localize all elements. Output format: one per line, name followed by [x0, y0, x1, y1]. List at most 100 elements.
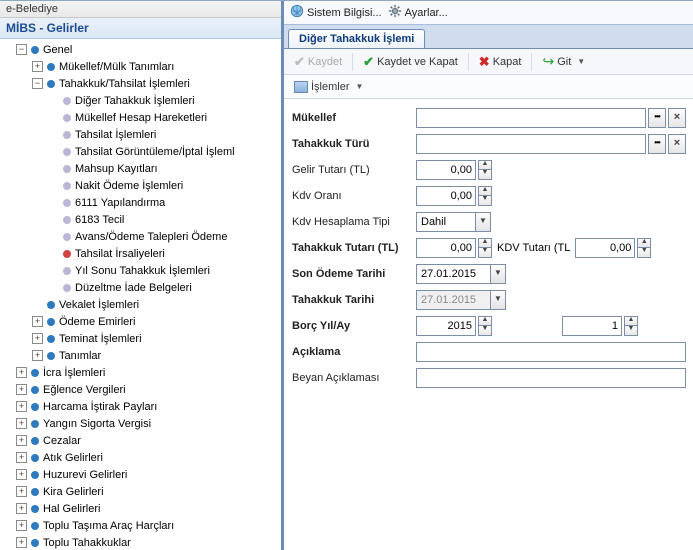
tahakkuk-tarihi-input: 27.01.2015 ▼: [416, 290, 506, 310]
expand-icon[interactable]: +: [16, 520, 27, 531]
tree-node-vekalet[interactable]: Vekalet İşlemleri: [32, 296, 281, 313]
tree-node[interactable]: +Yangın Sigorta Vergisi: [16, 415, 281, 432]
lookup-button[interactable]: •••: [648, 134, 666, 154]
gear-icon: [388, 4, 402, 21]
islemler-button[interactable]: İşlemler ▼: [290, 79, 367, 95]
top-toolbar: Sistem Bilgisi... Ayarlar...: [284, 1, 693, 25]
tree-node[interactable]: +Eğlence Vergileri: [16, 381, 281, 398]
tree-node[interactable]: +Huzurevi Gelirleri: [16, 466, 281, 483]
expand-icon[interactable]: +: [16, 401, 27, 412]
bullet-icon: [63, 182, 71, 190]
expand-icon[interactable]: +: [16, 503, 27, 514]
module-title: MİBS - Gelirler: [0, 18, 281, 39]
tree-leaf[interactable]: Mükellef Hesap Hareketleri: [48, 109, 281, 126]
expand-icon[interactable]: +: [16, 452, 27, 463]
gelir-tutari-input[interactable]: [416, 160, 476, 180]
kaydet-button[interactable]: ✔Kaydet: [290, 52, 346, 72]
expand-icon[interactable]: +: [16, 367, 27, 378]
spin-down[interactable]: ▼: [478, 326, 492, 336]
kdv-orani-input[interactable]: [416, 186, 476, 206]
collapse-icon[interactable]: −: [16, 44, 27, 55]
son-odeme-label: Son Ödeme Tarihi: [290, 268, 416, 280]
expand-icon[interactable]: +: [16, 469, 27, 480]
tab-diger-tahakkuk[interactable]: Diğer Tahakkuk İşlemi: [288, 29, 425, 48]
tree-node[interactable]: +İcra İşlemleri: [16, 364, 281, 381]
tree-leaf[interactable]: Yıl Sonu Tahakkuk İşlemleri: [48, 262, 281, 279]
spin-down[interactable]: ▼: [478, 248, 492, 258]
borc-ay-input[interactable]: [562, 316, 622, 336]
bullet-icon: [31, 522, 39, 530]
chevron-down-icon: ▼: [577, 57, 585, 66]
bullet-icon: [63, 267, 71, 275]
right-panel: Sistem Bilgisi... Ayarlar... Diğer Tahak…: [284, 1, 693, 549]
tree-leaf[interactable]: 6111 Yapılandırma: [48, 194, 281, 211]
bullet-icon: [31, 505, 39, 513]
expand-icon[interactable]: +: [16, 384, 27, 395]
spin-down[interactable]: ▼: [637, 248, 651, 258]
lookup-button[interactable]: •••: [648, 108, 666, 128]
tree-node[interactable]: +Kira Gelirleri: [16, 483, 281, 500]
tree-node[interactable]: +Toplu Taşıma Araç Harçları: [16, 517, 281, 534]
chevron-down-icon[interactable]: ▼: [490, 265, 505, 283]
tree-leaf[interactable]: Düzeltme İade Belgeleri: [48, 279, 281, 296]
tree-node[interactable]: +Hal Gelirleri: [16, 500, 281, 517]
bullet-icon: [63, 97, 71, 105]
tree-node-tahakkuk[interactable]: −Tahakkuk/Tahsilat İşlemleri: [32, 75, 281, 92]
tree-leaf[interactable]: Tahsilat Görüntüleme/İptal İşleml: [48, 143, 281, 160]
kapat-button[interactable]: ✖Kapat: [475, 52, 526, 72]
expand-icon[interactable]: +: [32, 61, 43, 72]
spin-down[interactable]: ▼: [478, 196, 492, 206]
git-button[interactable]: ↪Git▼: [538, 51, 589, 72]
tahakkuk-turu-input[interactable]: [416, 134, 646, 154]
sistem-bilgisi-button[interactable]: Sistem Bilgisi...: [290, 4, 382, 21]
ayarlar-button[interactable]: Ayarlar...: [388, 4, 448, 21]
expand-icon[interactable]: +: [32, 350, 43, 361]
tree-node-odeme-emirleri[interactable]: +Ödeme Emirleri: [32, 313, 281, 330]
tree-node-mukellef[interactable]: +Mükellef/Mülk Tanımları: [32, 58, 281, 75]
tree-node[interactable]: +Cezalar: [16, 432, 281, 449]
expand-icon[interactable]: +: [32, 316, 43, 327]
clear-button[interactable]: ×: [668, 134, 686, 154]
bullet-icon: [63, 165, 71, 173]
collapse-icon[interactable]: −: [32, 78, 43, 89]
tree-node[interactable]: +Atık Gelirleri: [16, 449, 281, 466]
check-icon: ✔: [363, 54, 374, 70]
arrow-icon: ↪: [542, 53, 554, 70]
tree-node[interactable]: +Toplu Tahakkuklar: [16, 534, 281, 550]
expand-icon[interactable]: +: [32, 333, 43, 344]
mukellef-input[interactable]: [416, 108, 646, 128]
expand-icon[interactable]: +: [16, 486, 27, 497]
kaydet-kapat-button[interactable]: ✔Kaydet ve Kapat: [359, 52, 462, 72]
gelir-tutari-label: Gelir Tutarı (TL): [290, 164, 416, 176]
borc-yil-input[interactable]: [416, 316, 476, 336]
spin-down[interactable]: ▼: [624, 326, 638, 336]
tree-leaf[interactable]: 6183 Tecil: [48, 211, 281, 228]
beyan-aciklama-input[interactable]: [416, 368, 686, 388]
bullet-icon: [63, 148, 71, 156]
expand-icon[interactable]: +: [16, 537, 27, 548]
tree-leaf[interactable]: Tahsilat İrsaliyeleri: [48, 245, 281, 262]
tree-leaf[interactable]: Mahsup Kayıtları: [48, 160, 281, 177]
bullet-icon: [31, 471, 39, 479]
clear-button[interactable]: ×: [668, 108, 686, 128]
tree-leaf[interactable]: Nakit Ödeme İşlemleri: [48, 177, 281, 194]
expand-icon[interactable]: +: [16, 418, 27, 429]
expand-icon[interactable]: +: [16, 435, 27, 446]
bullet-icon: [31, 454, 39, 462]
tree-leaf[interactable]: Tahsilat İşlemleri: [48, 126, 281, 143]
tree-node-teminat[interactable]: +Teminat İşlemleri: [32, 330, 281, 347]
kdv-hesap-select[interactable]: Dahil ▼: [416, 212, 491, 232]
son-odeme-input[interactable]: 27.01.2015 ▼: [416, 264, 506, 284]
tree-leaf[interactable]: Diğer Tahakkuk İşlemleri: [48, 92, 281, 109]
tree-node[interactable]: +Harcama İştirak Payları: [16, 398, 281, 415]
tree-leaf[interactable]: Avans/Ödeme Talepleri Ödeme: [48, 228, 281, 245]
borc-yil-ay-label: Borç Yıl/Ay: [290, 320, 416, 332]
kdv-hesap-label: Kdv Hesaplama Tipi: [290, 216, 416, 228]
aciklama-input[interactable]: [416, 342, 686, 362]
tree-node-genel[interactable]: − Genel: [16, 41, 281, 58]
tree-node-tanimlar[interactable]: +Tanımlar: [32, 347, 281, 364]
bullet-icon: [31, 488, 39, 496]
chevron-down-icon[interactable]: ▼: [475, 213, 490, 231]
spin-down[interactable]: ▼: [478, 170, 492, 180]
tahakkuk-tutari-input: [416, 238, 476, 258]
